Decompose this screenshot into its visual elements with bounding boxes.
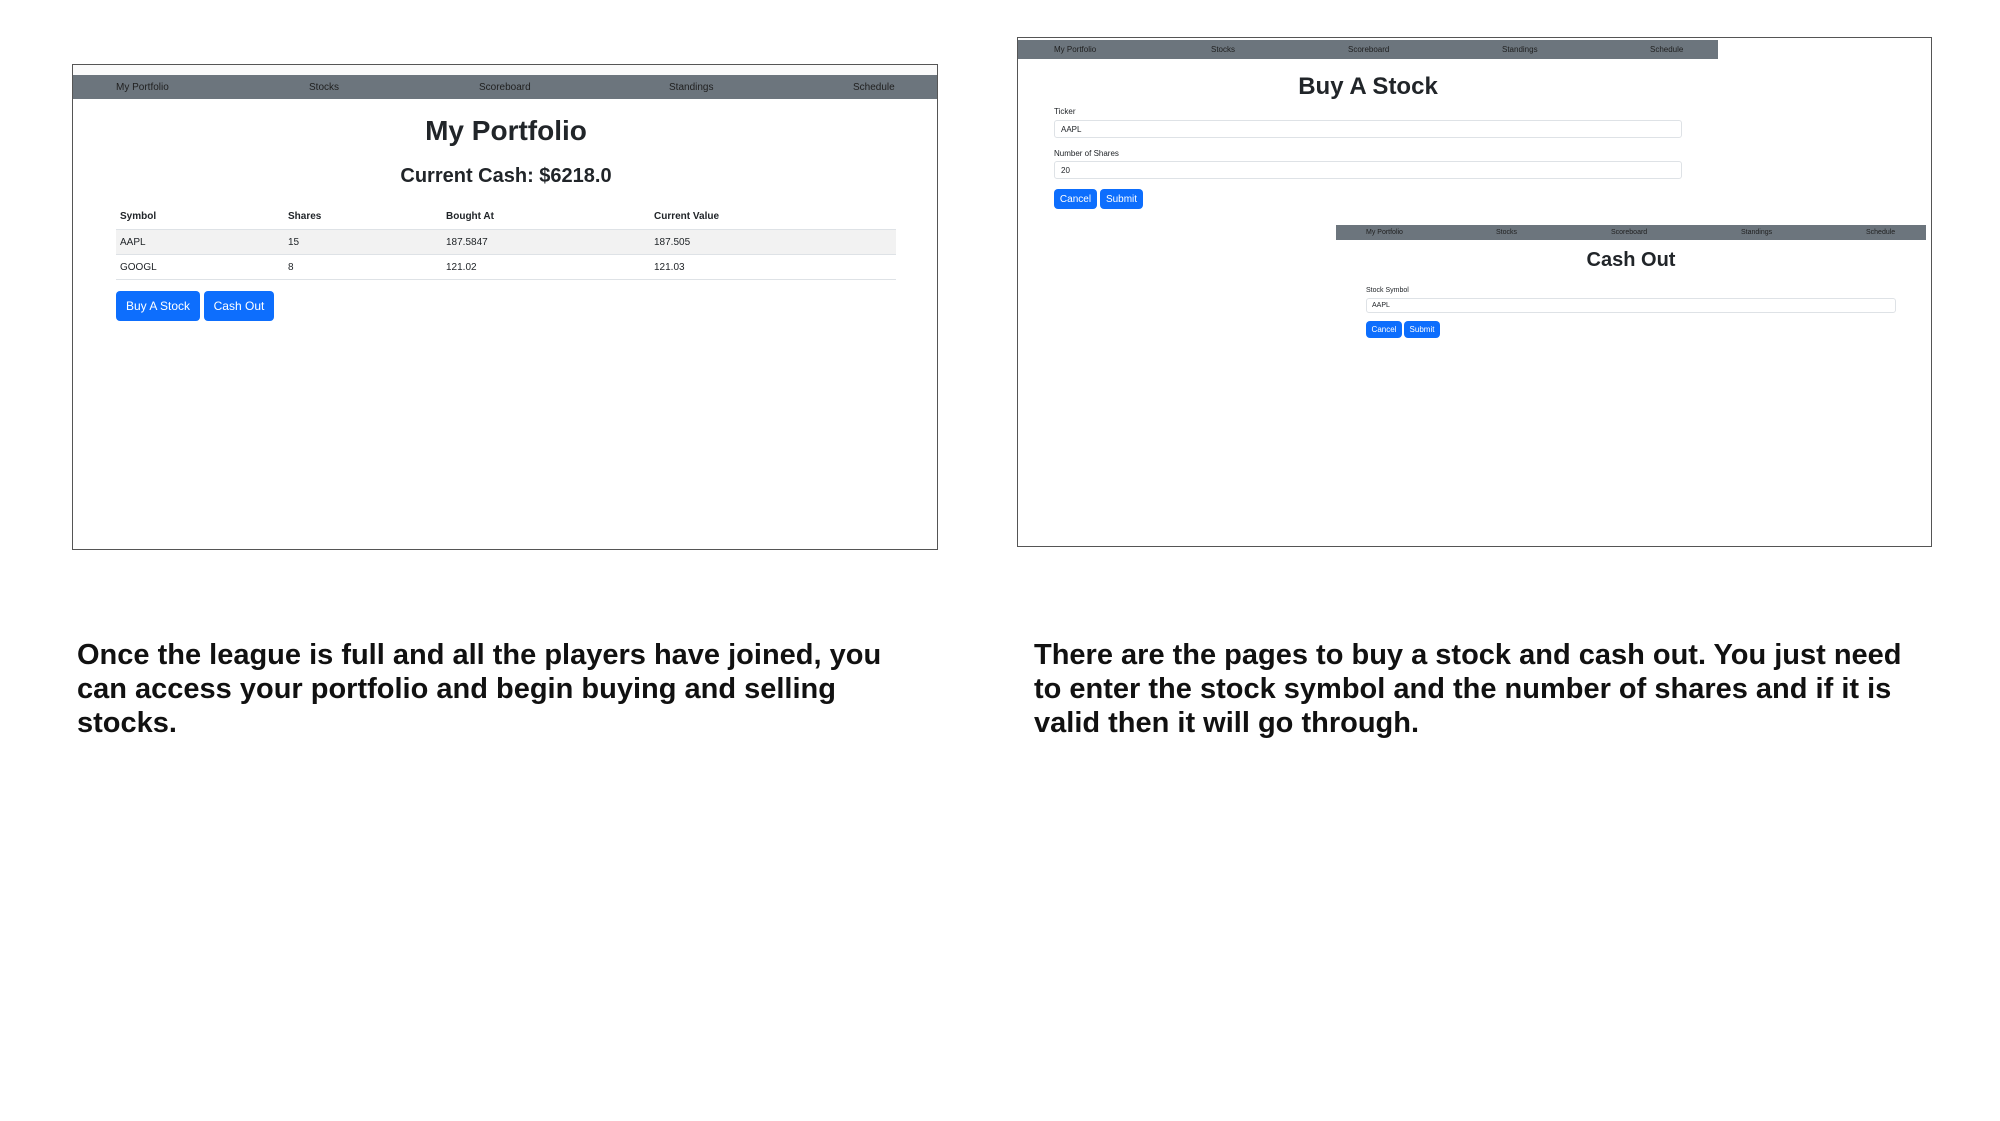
cashout-navbar: My Portfolio Stocks Scoreboard Standings… <box>1336 225 1926 240</box>
cell-current-value: 187.505 <box>650 229 896 255</box>
cell-shares: 8 <box>284 254 442 280</box>
nav-stocks[interactable]: Stocks <box>309 82 339 93</box>
portfolio-screenshot: My Portfolio Stocks Scoreboard Standings… <box>72 64 938 550</box>
column-header: Current Value <box>650 203 896 230</box>
table-row: AAPL 15 187.5847 187.505 <box>116 229 896 255</box>
nav-standings[interactable]: Standings <box>1502 45 1538 54</box>
nav-stocks[interactable]: Stocks <box>1211 45 1235 54</box>
nav-my-portfolio[interactable]: My Portfolio <box>116 82 169 93</box>
portfolio-navbar: My Portfolio Stocks Scoreboard Standings… <box>73 75 937 99</box>
nav-my-portfolio[interactable]: My Portfolio <box>1366 229 1403 236</box>
table-row: GOOGL 8 121.02 121.03 <box>116 254 896 280</box>
buy-navbar: My Portfolio Stocks Scoreboard Standings… <box>1018 40 1718 59</box>
nav-my-portfolio[interactable]: My Portfolio <box>1054 45 1096 54</box>
nav-schedule[interactable]: Schedule <box>1866 229 1895 236</box>
cashout-page-title: Cash Out <box>1586 249 1676 271</box>
cashout-cancel-button[interactable]: Cancel <box>1366 321 1402 338</box>
cashout-screenshot: My Portfolio Stocks Scoreboard Standings… <box>1336 225 1926 365</box>
left-caption: Once the league is full and all the play… <box>77 639 882 739</box>
nav-scoreboard[interactable]: Scoreboard <box>479 82 531 93</box>
nav-scoreboard[interactable]: Scoreboard <box>1611 229 1647 236</box>
holdings-table: Symbol Shares Bought At Current Value AA… <box>116 203 896 280</box>
cash-out-button[interactable]: Cash Out <box>204 291 274 321</box>
nav-scoreboard[interactable]: Scoreboard <box>1348 45 1389 54</box>
right-caption: There are the pages to buy a stock and c… <box>1034 639 1902 739</box>
nav-standings[interactable]: Standings <box>669 82 713 93</box>
cell-bought-at: 187.5847 <box>442 229 650 255</box>
cell-symbol: AAPL <box>116 229 284 255</box>
shares-label: Number of Shares <box>1054 149 1119 158</box>
column-header: Shares <box>284 203 442 230</box>
shares-input[interactable]: 20 <box>1054 161 1682 179</box>
shares-input-value: 20 <box>1061 165 1070 175</box>
cashout-submit-button[interactable]: Submit <box>1404 321 1440 338</box>
column-header: Symbol <box>116 203 284 230</box>
buy-cancel-button[interactable]: Cancel <box>1054 189 1097 209</box>
stock-symbol-input[interactable]: AAPL <box>1366 298 1896 313</box>
table-header-row: Symbol Shares Bought At Current Value <box>116 203 896 230</box>
page-title: My Portfolio <box>425 115 587 146</box>
buy-page-title: Buy A Stock <box>1298 73 1438 100</box>
buy-submit-button[interactable]: Submit <box>1100 189 1143 209</box>
nav-standings[interactable]: Standings <box>1741 229 1772 236</box>
cell-shares: 15 <box>284 229 442 255</box>
cell-symbol: GOOGL <box>116 254 284 280</box>
column-header: Bought At <box>442 203 650 230</box>
current-cash: Current Cash: $6218.0 <box>400 165 612 187</box>
nav-schedule[interactable]: Schedule <box>1650 45 1683 54</box>
buy-cashout-screenshot: My Portfolio Stocks Scoreboard Standings… <box>1017 37 1932 547</box>
ticker-input-value: AAPL <box>1061 124 1082 134</box>
stock-symbol-input-value: AAPL <box>1372 302 1390 309</box>
nav-schedule[interactable]: Schedule <box>853 82 895 93</box>
ticker-input[interactable]: AAPL <box>1054 120 1682 138</box>
stock-symbol-label: Stock Symbol <box>1366 287 1409 294</box>
cell-bought-at: 121.02 <box>442 254 650 280</box>
buy-stock-button[interactable]: Buy A Stock <box>116 291 200 321</box>
ticker-label: Ticker <box>1054 107 1076 116</box>
nav-stocks[interactable]: Stocks <box>1496 229 1517 236</box>
cell-current-value: 121.03 <box>650 254 896 280</box>
